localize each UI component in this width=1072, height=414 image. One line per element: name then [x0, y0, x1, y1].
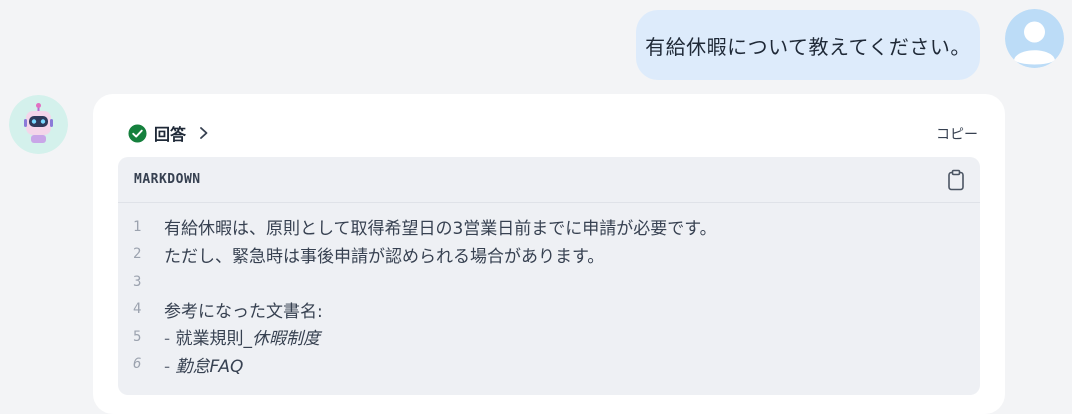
code-line: 5 - 就業規則_休暇制度 [118, 323, 980, 351]
code-language-label: MARKDOWN [134, 172, 201, 187]
clipboard-icon[interactable] [946, 169, 966, 191]
code-line: 2 ただし、緊急時は事後申請が認められる場合があります。 [118, 241, 980, 269]
code-line-text: 参考になった文書名: [164, 301, 323, 322]
code-line: 3 [118, 268, 980, 296]
code-line: 6 - 勤怠FAQ [118, 351, 980, 379]
line-number: 5 [133, 328, 142, 345]
line-number: 4 [133, 301, 142, 318]
code-line-text: - 勤怠FAQ [164, 352, 243, 377]
code-line: 4 参考になった文書名: [118, 296, 980, 324]
code-line: 1 有給休暇は、原則として取得希望日の3営業日前までに申請が必要です。 [118, 213, 980, 241]
answer-toggle[interactable]: 回答 [112, 111, 362, 155]
user-message-bubble: 有給休暇について教えてください。 [636, 10, 980, 80]
copy-button[interactable]: コピー [922, 114, 992, 154]
code-line-text: - 就業規則_休暇制度 [164, 324, 320, 349]
answer-toggle-label: 回答 [154, 125, 187, 144]
list-dash: - [164, 356, 176, 377]
code-block-header: MARKDOWN [118, 157, 980, 203]
user-message-text: 有給休暇について教えてください。 [645, 34, 971, 59]
list-emphasis: 休暇制度 [252, 329, 321, 350]
user-avatar-icon [1005, 9, 1064, 68]
code-lines: 1 有給休暇は、原則として取得希望日の3営業日前までに申請が必要です。 2 ただ… [118, 203, 980, 378]
line-number: 2 [133, 246, 142, 263]
code-line-text: ただし、緊急時は事後申請が認められる場合があります。 [164, 246, 605, 267]
line-number: 6 [133, 356, 142, 373]
code-block: MARKDOWN 1 有給休暇は、原則として取得希望日の3営業日前までに申請が必… [118, 157, 980, 395]
chevron-right-icon [200, 127, 208, 139]
code-line-text: 有給休暇は、原則として取得希望日の3営業日前までに申請が必要です。 [164, 219, 717, 240]
list-dash: - [164, 329, 176, 350]
list-prefix: 就業規則_ [175, 329, 253, 350]
list-emphasis: 勤怠FAQ [175, 356, 244, 377]
copy-button-label: コピー [936, 127, 978, 143]
check-circle-icon [128, 123, 147, 143]
robot-icon [9, 95, 68, 154]
line-number: 3 [133, 273, 142, 290]
user-avatar [1005, 9, 1064, 68]
bot-avatar [9, 95, 68, 154]
line-number: 1 [133, 218, 142, 235]
